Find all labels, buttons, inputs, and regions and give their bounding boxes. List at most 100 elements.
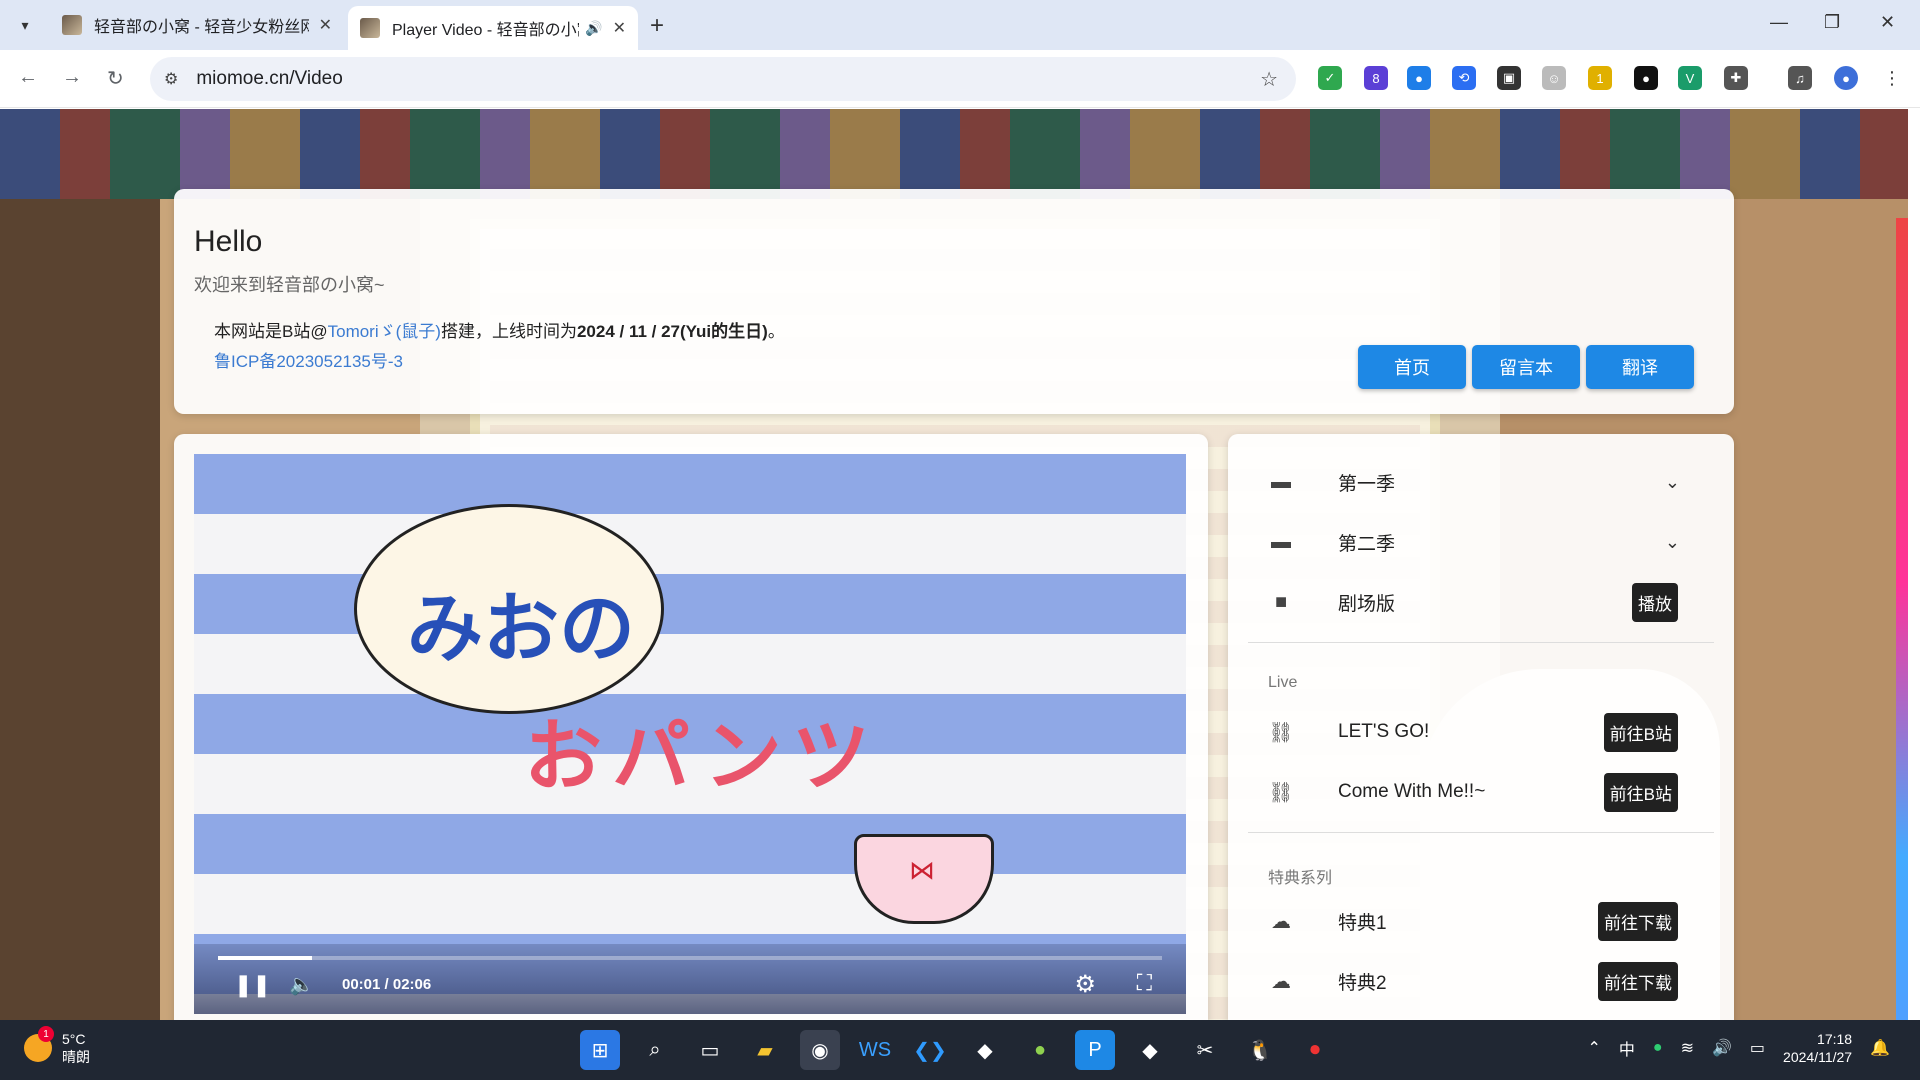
- live-item[interactable]: ⛓ Come With Me!!~ 前往B站: [1268, 772, 1698, 812]
- extra-item[interactable]: ☁ 特典2 前往下载: [1268, 961, 1698, 1001]
- ime-indicator[interactable]: 中: [1619, 1036, 1635, 1060]
- translate-button[interactable]: 翻译: [1586, 345, 1694, 389]
- wifi-icon[interactable]: ≋: [1681, 1038, 1694, 1058]
- start-windows-icon[interactable]: ⊞: [580, 1030, 620, 1070]
- time: 17:18: [1817, 1031, 1853, 1047]
- battery-icon[interactable]: ▭: [1750, 1038, 1765, 1058]
- volume-icon[interactable]: 🔈: [289, 972, 314, 997]
- guestbook-button[interactable]: 留言本: [1472, 345, 1580, 389]
- site-info-icon[interactable]: ⚙: [164, 69, 178, 89]
- qq-icon[interactable]: 🐧: [1240, 1030, 1280, 1070]
- download-button[interactable]: 前往下载: [1598, 961, 1678, 1001]
- new-tab-button[interactable]: +: [650, 12, 664, 40]
- chevron-down-icon[interactable]: ⌄: [1665, 532, 1680, 553]
- extension-image-icon[interactable]: ▣: [1497, 66, 1521, 90]
- chevron-down-icon: ▾: [21, 16, 29, 33]
- season-1-item[interactable]: ▬ 第一季 ⌄: [1268, 462, 1698, 502]
- progress-fill: [218, 956, 313, 960]
- address-bar[interactable]: ⚙ miomoe.cn/Video ☆: [150, 57, 1296, 101]
- bookmark-star-icon[interactable]: ☆: [1260, 67, 1278, 92]
- tab-title: 轻音部の小窝 - 轻音少女粉丝网: [94, 19, 309, 36]
- tab-home[interactable]: 轻音部の小窝 - 轻音少女粉丝网 ✕: [50, 6, 344, 44]
- progress-bar[interactable]: [218, 956, 1162, 960]
- unity-icon[interactable]: ◆: [965, 1030, 1005, 1070]
- vscode-icon[interactable]: ❮❯: [910, 1030, 950, 1070]
- back-button[interactable]: ←: [18, 66, 38, 89]
- time-display: 00:01 / 02:06: [342, 976, 432, 993]
- extension-trophy-icon[interactable]: 1: [1588, 66, 1612, 90]
- season-2-item[interactable]: ▬ 第二季 ⌄: [1268, 522, 1698, 562]
- site-favicon: [360, 18, 380, 38]
- notification-bell-icon[interactable]: 🔔: [1870, 1038, 1890, 1058]
- fullscreen-icon[interactable]: ⛶: [1137, 970, 1152, 996]
- video-player[interactable]: みおの おパンツ ⋈ ❚❚ 🔈 00:01 / 02:06 ⚙ ⛶: [194, 454, 1186, 1014]
- notification-badge: 1: [38, 1026, 54, 1042]
- restore-button[interactable]: ❐: [1824, 12, 1840, 33]
- live-section-header: Live: [1268, 674, 1298, 691]
- browser-menu-icon[interactable]: ⋮: [1880, 66, 1904, 90]
- search-icon[interactable]: ⌕: [635, 1030, 675, 1070]
- go-bilibili-button[interactable]: 前往B站: [1603, 772, 1678, 812]
- date: 2024/11/27: [1783, 1049, 1853, 1065]
- unity-hub-icon[interactable]: ◆: [1130, 1030, 1170, 1070]
- divider: [1248, 832, 1714, 833]
- video-player-card: みおの おパンツ ⋈ ❚❚ 🔈 00:01 / 02:06 ⚙ ⛶: [174, 434, 1208, 1020]
- extension-shield-icon[interactable]: ✓: [1318, 66, 1342, 90]
- play-button[interactable]: 播放: [1632, 582, 1678, 622]
- extension-cat-icon[interactable]: ☺: [1542, 66, 1566, 90]
- speaker-icon[interactable]: 🔊: [1712, 1038, 1732, 1058]
- extension-glasses-icon[interactable]: ●: [1634, 66, 1658, 90]
- extensions-puzzle-icon[interactable]: ✚: [1724, 66, 1748, 90]
- task-view-icon[interactable]: ▭: [690, 1030, 730, 1070]
- nav-buttons: 首页 留言本 翻译: [1358, 345, 1694, 389]
- extension-blue-icon[interactable]: ●: [1407, 66, 1431, 90]
- chevron-up-icon[interactable]: ⌃: [1588, 1038, 1601, 1058]
- go-bilibili-button[interactable]: 前往B站: [1603, 712, 1678, 752]
- home-button[interactable]: 首页: [1358, 345, 1466, 389]
- url-text: miomoe.cn/Video: [196, 68, 343, 89]
- record-icon[interactable]: ⏺: [1295, 1030, 1335, 1070]
- extension-badge-icon[interactable]: 8: [1364, 66, 1388, 90]
- profile-avatar-icon[interactable]: ●: [1834, 66, 1858, 90]
- background-bookshelf: [0, 109, 1908, 199]
- icp-link[interactable]: 鲁ICP备2023052135号-3: [214, 347, 403, 372]
- reload-button[interactable]: ↻: [107, 66, 124, 91]
- tab-search-button[interactable]: ▾: [10, 10, 40, 40]
- minimize-button[interactable]: —: [1770, 12, 1788, 33]
- author-link[interactable]: Tomoriゞ(鼠子): [328, 322, 441, 341]
- extras-section-header: 特典系列: [1268, 870, 1333, 887]
- video-camera-icon: ■: [1274, 590, 1288, 613]
- green-app-icon[interactable]: ●: [1020, 1030, 1060, 1070]
- live-item[interactable]: ⛓ LET'S GO! 前往B站: [1268, 712, 1698, 752]
- taskbar-apps: ⊞ ⌕ ▭ ▰ ◉ WS ❮❯ ◆ ● P ◆ ✂ 🐧 ⏺: [580, 1030, 1335, 1070]
- chrome-icon[interactable]: ◉: [800, 1030, 840, 1070]
- divider: [1248, 642, 1714, 643]
- capcut-icon[interactable]: ✂: [1185, 1030, 1225, 1070]
- welcome-card: Hello 欢迎来到轻音部の小窝~ 本网站是B站@Tomoriゞ(鼠子)搭建，上…: [174, 189, 1734, 414]
- tab-title: Player Video - 轻音部の小窝: [392, 22, 580, 39]
- link-icon: ⛓: [1268, 721, 1294, 744]
- webstorm-icon[interactable]: WS: [855, 1030, 895, 1070]
- close-icon[interactable]: ✕: [613, 18, 626, 38]
- extra-item[interactable]: ☁ 特典1 前往下载: [1268, 901, 1698, 941]
- site-intro: 本网站是B站@Tomoriゞ(鼠子)搭建，上线时间为2024 / 11 / 27…: [214, 322, 785, 341]
- file-explorer-icon[interactable]: ▰: [745, 1030, 785, 1070]
- player-controls: ❚❚ 🔈 00:01 / 02:06 ⚙ ⛶: [194, 944, 1186, 1014]
- settings-gear-icon[interactable]: ⚙: [1074, 970, 1096, 999]
- movie-item[interactable]: ■ 剧场版 播放: [1268, 582, 1698, 622]
- forward-button[interactable]: →: [62, 66, 82, 89]
- media-control-icon[interactable]: ♫: [1788, 66, 1812, 90]
- close-icon[interactable]: ✕: [319, 15, 332, 35]
- tab-player-video[interactable]: Player Video - 轻音部の小窝 🔊 ✕: [348, 6, 638, 50]
- weather-widget[interactable]: 1 5°C 晴朗: [24, 1026, 90, 1066]
- download-button[interactable]: 前往下载: [1598, 901, 1678, 941]
- clock[interactable]: 17:18 2024/11/27: [1783, 1030, 1852, 1066]
- extension-crop-icon[interactable]: ⟲: [1452, 66, 1476, 90]
- app-tray-icon[interactable]: ●: [1653, 1039, 1663, 1057]
- extension-v-icon[interactable]: V: [1678, 66, 1702, 90]
- speaker-icon[interactable]: 🔊: [585, 20, 602, 37]
- pause-icon[interactable]: ❚❚: [234, 972, 271, 998]
- chevron-down-icon[interactable]: ⌄: [1665, 472, 1680, 493]
- close-window-button[interactable]: ✕: [1880, 12, 1895, 33]
- p-app-icon[interactable]: P: [1075, 1030, 1115, 1070]
